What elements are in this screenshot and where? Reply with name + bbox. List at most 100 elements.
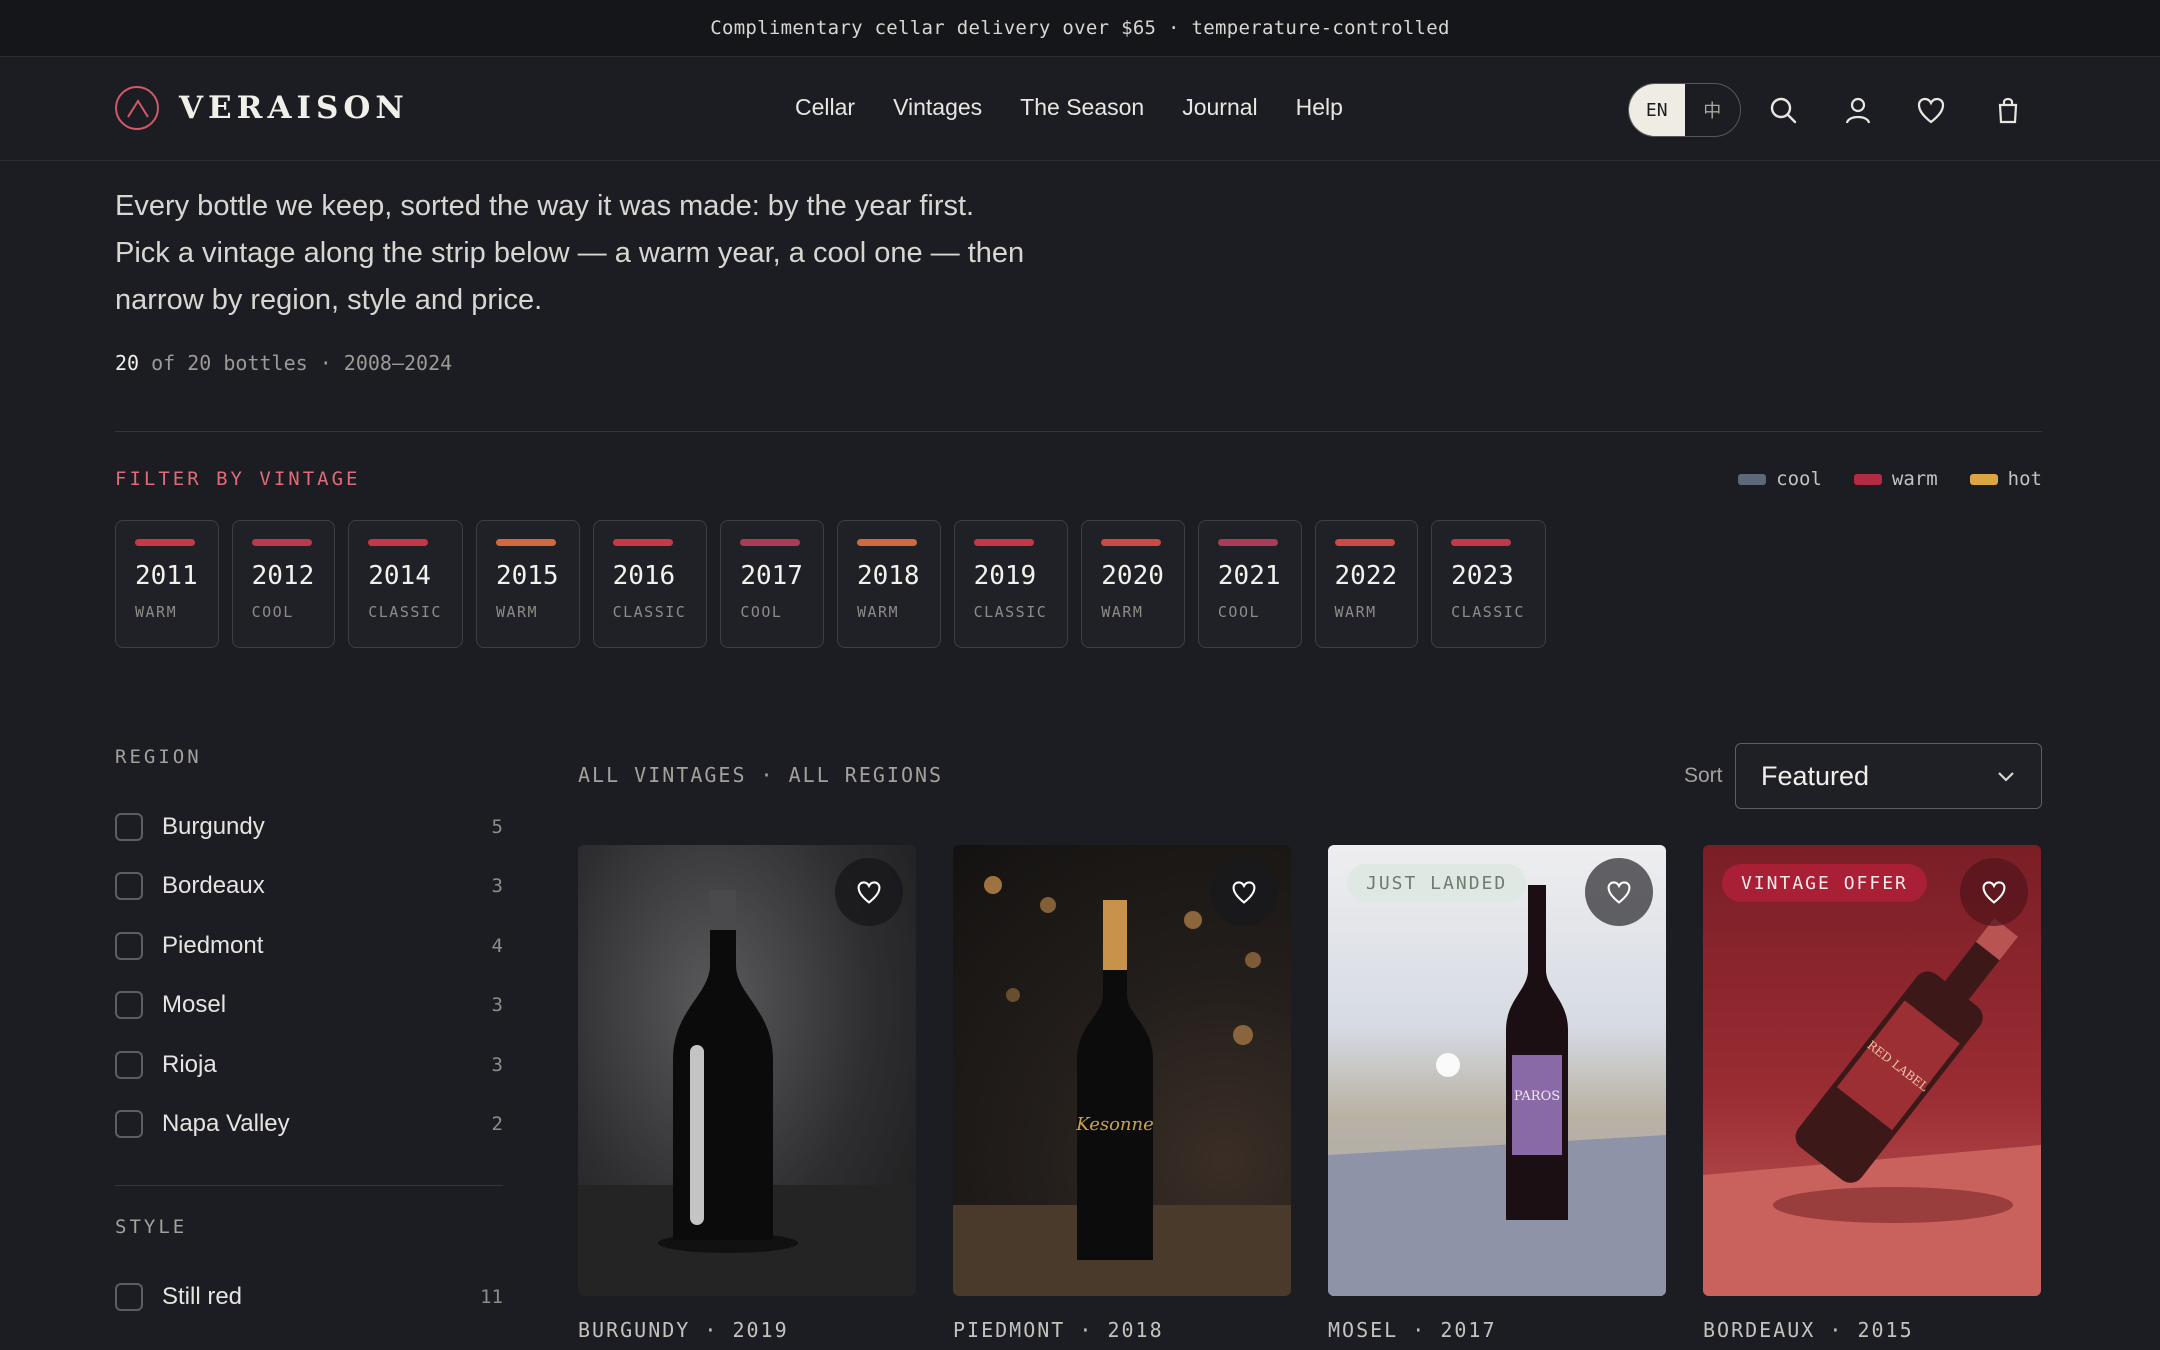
checkbox[interactable]: [115, 813, 143, 841]
vintage-kind: COOL: [1217, 603, 1261, 621]
user-icon[interactable]: [1843, 95, 1873, 125]
facet-label: Mosel: [162, 991, 227, 1018]
product-meta: BORDEAUX · 2015: [1703, 1318, 1914, 1342]
region-piedmont[interactable]: Piedmont 4: [115, 929, 503, 963]
vintage-bar: [973, 539, 1034, 546]
vintage-kind: WARM: [856, 603, 900, 621]
nav-vintages[interactable]: Vintages: [893, 94, 982, 121]
announcement-text: Complimentary cellar delivery over $65 ·…: [710, 17, 1450, 39]
legend-warm: warm: [1853, 468, 1938, 490]
vintage-chip-2020[interactable]: 2020 WARM: [1081, 520, 1185, 648]
region-facet-title: REGION: [115, 746, 202, 768]
legend-hot: hot: [1969, 468, 2042, 490]
intro-line-1: Every bottle we keep, sorted the way it …: [115, 190, 975, 222]
favorite-heart-icon[interactable]: [1210, 858, 1278, 926]
vintage-chip-2016[interactable]: 2016 CLASSIC: [592, 520, 708, 648]
vintage-chip-2014[interactable]: 2014 CLASSIC: [348, 520, 463, 648]
vintage-chip-2023[interactable]: 2023 CLASSIC: [1431, 520, 1546, 648]
nav-the-season[interactable]: The Season: [1020, 94, 1144, 121]
facet-label: Piedmont: [162, 932, 264, 959]
legend-cool-label: cool: [1776, 468, 1822, 490]
region-rioja[interactable]: Rioja 3: [115, 1048, 503, 1082]
vintage-chip-2015[interactable]: 2015 WARM: [475, 520, 580, 648]
sort-value: Featured: [1761, 760, 1870, 791]
legend-warm-swatch: [1853, 473, 1882, 485]
vintage-kind: CLASSIC: [612, 603, 687, 621]
vintage-bar: [1451, 539, 1512, 546]
facet-label: Rioja: [162, 1051, 217, 1078]
vintage-bar: [612, 539, 673, 546]
product-card-piedmont[interactable]: Kesonne PIEDMONT · 2018: [953, 845, 1291, 1342]
checkbox[interactable]: [115, 932, 143, 960]
vintage-offer-badge: VINTAGE OFFER: [1722, 864, 1927, 902]
vintage-year: 2021: [1217, 561, 1281, 591]
vintage-kind: WARM: [1334, 603, 1377, 621]
bag-icon[interactable]: [1993, 95, 2023, 125]
checkbox[interactable]: [115, 1110, 143, 1138]
vintage-bar: [856, 539, 917, 546]
vintage-year: 2023: [1451, 561, 1514, 591]
region-bordeaux[interactable]: Bordeaux 3: [115, 869, 503, 903]
intro-line-3: narrow by region, style and price.: [115, 284, 543, 316]
vintage-kind: CLASSIC: [1451, 603, 1525, 621]
just-landed-badge: JUST LANDED: [1347, 864, 1527, 902]
vintage-bar: [1217, 539, 1278, 546]
product-meta: MOSEL · 2017: [1328, 1318, 1497, 1342]
result-count: 20 of 20 bottles · 2008–2024: [115, 351, 452, 375]
logo[interactable]: VERAISON: [115, 86, 409, 130]
product-card-burgundy[interactable]: BURGUNDY · 2019: [578, 845, 916, 1342]
checkbox[interactable]: [115, 1051, 143, 1079]
vintage-chip-2011[interactable]: 2011 WARM: [115, 520, 219, 648]
vintage-bar: [135, 539, 195, 546]
product-image[interactable]: PAROS JUST LANDED: [1328, 845, 1666, 1296]
sort-select[interactable]: Featured: [1735, 743, 2042, 809]
vintage-kind: CLASSIC: [973, 603, 1048, 621]
vintage-chip-2017[interactable]: 2017 COOL: [720, 520, 824, 648]
facet-label: Bordeaux: [162, 872, 265, 899]
checkbox[interactable]: [115, 991, 143, 1019]
vintage-bar: [1334, 539, 1395, 546]
favorite-heart-icon[interactable]: [1960, 858, 2028, 926]
lang-zh[interactable]: 中: [1685, 84, 1741, 136]
facet-count: 11: [480, 1286, 503, 1308]
nav-help[interactable]: Help: [1296, 94, 1343, 121]
logo-mark-icon: [115, 86, 159, 130]
region-burgundy[interactable]: Burgundy 5: [115, 810, 503, 844]
facet-count: 3: [491, 994, 503, 1016]
vintage-chip-2018[interactable]: 2018 WARM: [836, 520, 941, 648]
search-icon[interactable]: [1768, 95, 1798, 125]
vintage-chip-2021[interactable]: 2021 COOL: [1197, 520, 1302, 648]
vintage-chip-2019[interactable]: 2019 CLASSIC: [953, 520, 1069, 648]
product-image[interactable]: [578, 845, 916, 1296]
product-image[interactable]: RED LABEL VINTAGE OFFER: [1703, 845, 2041, 1296]
favorite-heart-icon[interactable]: [1585, 858, 1653, 926]
checkbox[interactable]: [115, 1283, 143, 1311]
facet-count: 4: [491, 935, 503, 957]
wishlist-heart-icon[interactable]: [1916, 95, 1946, 125]
style-still-red[interactable]: Still red 11: [115, 1280, 503, 1314]
vintage-year: 2018: [856, 561, 920, 591]
intro-line-2: Pick a vintage along the strip below — a…: [115, 237, 1025, 269]
section-divider: [115, 431, 2042, 432]
vintage-chip-2022[interactable]: 2022 WARM: [1314, 520, 1419, 648]
vintage-kind: WARM: [135, 603, 178, 621]
lang-en[interactable]: EN: [1629, 84, 1685, 136]
chevron-down-icon: [1998, 772, 2014, 782]
legend-cool-swatch: [1738, 473, 1767, 485]
vintage-chip-2012[interactable]: 2012 COOL: [231, 520, 336, 648]
nav-journal[interactable]: Journal: [1182, 94, 1257, 121]
vintage-kind: WARM: [495, 603, 539, 621]
checkbox[interactable]: [115, 872, 143, 900]
region-napa-valley[interactable]: Napa Valley 2: [115, 1107, 503, 1141]
vintage-bar: [495, 539, 556, 546]
vintage-year: 2022: [1334, 561, 1398, 591]
product-image[interactable]: Kesonne: [953, 845, 1291, 1296]
vintage-year: 2015: [495, 561, 559, 591]
product-card-bordeaux[interactable]: RED LABEL VINTAGE OFFER BORDEAUX · 2015: [1703, 845, 2041, 1342]
favorite-heart-icon[interactable]: [835, 858, 903, 926]
site-header: VERAISON Cellar Vintages The Season Jour…: [0, 58, 2160, 161]
nav-cellar[interactable]: Cellar: [795, 94, 855, 121]
region-mosel[interactable]: Mosel 3: [115, 988, 503, 1022]
facet-count: 5: [491, 816, 503, 838]
product-card-mosel[interactable]: PAROS JUST LANDED MOSEL · 2017: [1328, 845, 1666, 1342]
